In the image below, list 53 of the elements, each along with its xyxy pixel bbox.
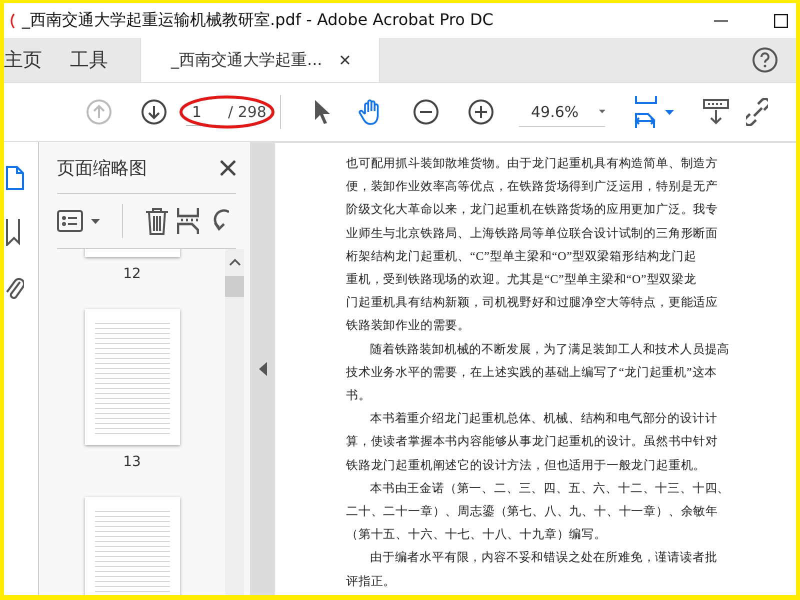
- close-icon[interactable]: [340, 55, 350, 65]
- tab[interactable]: 工具: [56, 38, 122, 82]
- zoom-in-icon[interactable]: [468, 99, 494, 125]
- zoom-dropdown[interactable]: 49.6%: [519, 97, 605, 127]
- page-icon[interactable]: [6, 166, 24, 190]
- options-icon[interactable]: [57, 210, 83, 232]
- fit-page-icon[interactable]: [633, 95, 659, 129]
- page-thumbnail[interactable]: [84, 497, 180, 595]
- document-text-line: 算，使读者掌握本书内容能够从事龙门起重机的设计。虽然书中针对: [346, 433, 718, 450]
- scrollbar-thumb[interactable]: [225, 276, 244, 297]
- zoom-out-icon[interactable]: [413, 99, 439, 125]
- document-text-line: 书。: [346, 387, 371, 404]
- help-icon[interactable]: [752, 47, 778, 73]
- document-text-line: 二十、二十一章）、周志鎏（第七、八、九、十、十一章）、余敏年: [346, 503, 718, 520]
- scroll-up-icon[interactable]: [228, 258, 240, 266]
- panel-title: 页面缩略图: [57, 156, 147, 180]
- document-text-line: 随着铁路装卸机械的不断发展，为了满足装卸工人和技术人员提高: [369, 340, 730, 358]
- page-number-label: 13: [123, 454, 141, 470]
- document-text-line: 阶级文化大革命以来，龙门起重机在铁路货场的应用更加广泛。我专: [346, 201, 718, 218]
- link-icon[interactable]: [746, 98, 768, 126]
- tab[interactable]: _西南交通大学起重...: [140, 38, 380, 82]
- page-count: / 298: [228, 103, 266, 121]
- arrow-cursor-icon[interactable]: [313, 99, 331, 125]
- document-text-line: 业师生与北京铁路局、上海铁路局等单位联合设计试制的三角形断面: [346, 224, 718, 242]
- caret-icon[interactable]: [665, 110, 674, 114]
- close-icon[interactable]: [220, 160, 236, 176]
- document-text-line: 铁路装卸作业的需要。: [346, 317, 470, 334]
- document-text-line: 本书着重介绍龙门起重机总体、机械、结构和电气部分的设计计: [369, 410, 718, 428]
- maximize-icon[interactable]: [774, 14, 788, 28]
- document-text-line: 门起重机具有结构新颖，司机视野好和过腿净空大等特点，更能适应: [346, 294, 718, 312]
- extract-pages-icon[interactable]: [177, 207, 199, 235]
- document-text-line: 技术业务水平的需要，在上述实践的基础上编写了“龙门起重机”这本: [346, 364, 718, 381]
- page-thumbnail[interactable]: [84, 309, 180, 445]
- document-text-line: 也可配用抓斗装卸散堆货物。由于龙门起重机具有构造简单、制造方: [346, 155, 718, 172]
- window-title: _西南交通大学起重运输机械教研室.pdf - Adobe Acrobat Pro DC: [22, 10, 494, 31]
- collapse-arrow-icon[interactable]: [258, 362, 266, 376]
- tab[interactable]: 主页: [4, 38, 56, 82]
- caret-icon[interactable]: [91, 218, 100, 224]
- trash-icon[interactable]: [145, 207, 169, 235]
- document-text-line: （第十五、十六、十七、十八、十九章）编写。: [346, 526, 606, 544]
- scrollbar[interactable]: [225, 249, 244, 595]
- document-text-line: 本书由王金诺（第一、二、三、四、五、六、十二、十三、十四、: [369, 480, 730, 497]
- scroll-mode-icon[interactable]: [702, 98, 730, 126]
- document-text-line: 桁架结构龙门起重机、“C”型单主梁和“O”型双梁箱形结构龙门起: [346, 248, 696, 265]
- document-text-line: 评指正。: [346, 572, 396, 590]
- document-text-line: 铁路龙门起重机阐述它的设计方法，但也适用于一般龙门起重机。: [346, 456, 706, 474]
- bookmark-icon[interactable]: [6, 218, 20, 246]
- document-text-line: 重机，受到铁路现场的欢迎。尤其是“C”型单主梁和“O”型双梁龙: [346, 271, 696, 288]
- document-text-line: 便，装卸作业效率高等优点，在铁路货场得到广泛运用，特别是无产: [346, 178, 718, 196]
- page-number-field[interactable]: 1: [186, 98, 220, 126]
- page-number-label: 12: [123, 266, 141, 282]
- caret-icon: [598, 109, 605, 114]
- document-text-line: 由于编者水平有限，内容不妥和错误之处在所难免，谨请读者批: [369, 549, 718, 566]
